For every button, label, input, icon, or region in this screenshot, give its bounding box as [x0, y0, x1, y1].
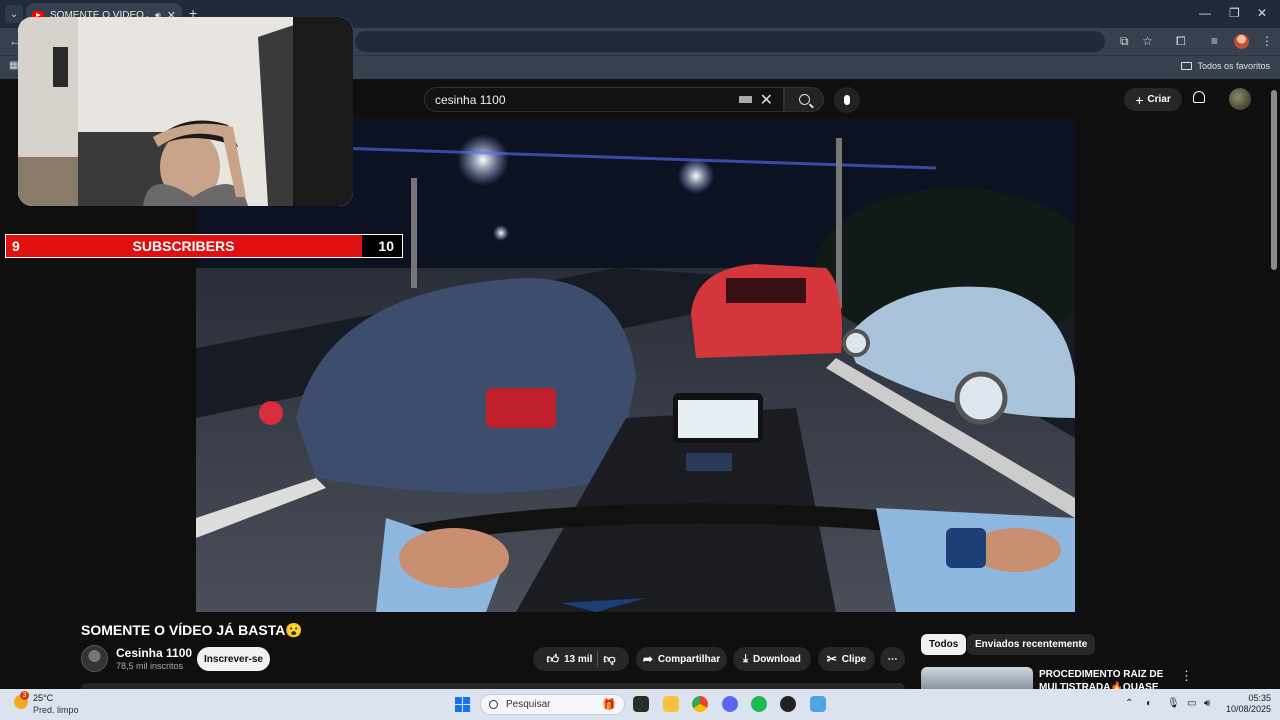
- bookmarks-folder-label: Todos os favoritos: [1197, 61, 1270, 71]
- temperature: 25°C: [33, 693, 54, 703]
- folder-icon: [1181, 62, 1193, 70]
- file-explorer-icon[interactable]: [663, 696, 679, 712]
- all-bookmarks-folder[interactable]: Todos os favoritos: [1181, 61, 1270, 71]
- volume-icon[interactable]: 🔊︎: [1204, 698, 1210, 709]
- download-icon: ⤓: [743, 652, 749, 665]
- clock-date: 10/08/2025: [1225, 704, 1271, 714]
- star-icon[interactable]: ☆: [1142, 34, 1153, 48]
- media-controls-icon[interactable]: ≡: [1211, 34, 1218, 48]
- page-scrollbar[interactable]: [1271, 90, 1277, 270]
- clip-label: Clipe: [841, 653, 867, 665]
- taskbar-search-placeholder: Pesquisar: [506, 699, 551, 710]
- subscriber-goal-bar: 9 SUBSCRIBERS 10: [5, 234, 403, 258]
- create-label: Criar: [1147, 94, 1171, 105]
- share-button[interactable]: ➦ Compartilhar: [636, 647, 727, 671]
- recommended-title[interactable]: PROCEDIMENTO RAIZ DE MULTISTRADA🔥QUASE D…: [1039, 668, 1174, 690]
- search-icon: [798, 94, 810, 105]
- minimize-icon[interactable]: —: [1199, 6, 1211, 20]
- network-icon[interactable]: ▭: [1187, 698, 1196, 709]
- chip-all[interactable]: Todos: [921, 634, 967, 655]
- start-button[interactable]: [455, 697, 470, 712]
- account-avatar[interactable]: [1229, 88, 1251, 110]
- system-clock[interactable]: 05:35 10/08/2025: [1221, 693, 1271, 715]
- channel-name[interactable]: Cesinha 1100: [116, 646, 192, 660]
- webcam-feed: [18, 17, 353, 206]
- like-divider: [597, 651, 599, 667]
- clear-search-icon[interactable]: ✕: [760, 90, 773, 110]
- webcam-overlay: [18, 17, 353, 206]
- close-window-icon[interactable]: ✕: [1257, 6, 1267, 20]
- video-title: SOMENTE O VÍDEO JÁ BASTA😮: [81, 622, 303, 638]
- address-bar[interactable]: [355, 31, 1105, 52]
- like-count: 13 mil: [564, 653, 593, 665]
- menu-icon[interactable]: ⋮: [1261, 34, 1273, 48]
- search-query: cesinha 1100: [435, 92, 506, 107]
- download-label: Download: [753, 653, 801, 665]
- create-button[interactable]: + Criar: [1124, 88, 1182, 111]
- tray-overflow-icon[interactable]: ⌃: [1125, 698, 1133, 709]
- share-icon: ➦: [642, 652, 653, 666]
- tray-app-icon[interactable]: ◐: [1146, 698, 1152, 709]
- like-button[interactable]: 👍︎ 13 mil: [546, 652, 592, 667]
- tab-search-button[interactable]: ⌄: [5, 5, 23, 23]
- subscriber-goal: 10: [378, 238, 394, 254]
- clock-time: 05:35: [1248, 693, 1271, 703]
- search-input[interactable]: cesinha 1100 ✕: [424, 87, 784, 112]
- search-button[interactable]: [784, 87, 824, 112]
- recommended-menu-icon[interactable]: ⋮: [1180, 668, 1193, 684]
- task-view-icon[interactable]: [633, 696, 649, 712]
- extensions-icon[interactable]: ⧠: [1176, 34, 1186, 49]
- discord-icon[interactable]: [722, 696, 738, 712]
- restore-icon[interactable]: ❐: [1229, 6, 1240, 20]
- subscriber-label: SUBSCRIBERS: [132, 238, 235, 254]
- more-icon: ⋯: [887, 653, 898, 665]
- recommended-thumbnail[interactable]: [921, 667, 1033, 689]
- channel-avatar[interactable]: [81, 645, 108, 672]
- chrome-icon[interactable]: [692, 696, 708, 712]
- mic-tray-icon[interactable]: 🎙︎: [1167, 698, 1180, 709]
- like-dislike-group: 👍︎ 13 mil 👎︎: [533, 647, 629, 671]
- weather-condition: Pred. limpo: [33, 705, 79, 715]
- microphone-icon: [844, 95, 850, 105]
- download-button[interactable]: ⤓ Download: [733, 647, 811, 671]
- subscribe-button[interactable]: Inscrever-se: [197, 647, 270, 671]
- clip-button[interactable]: ✂ Clipe: [818, 647, 875, 671]
- taskbar-search[interactable]: Pesquisar 🎁: [480, 694, 625, 715]
- spotify-icon[interactable]: [751, 696, 767, 712]
- scissors-icon: ✂: [826, 652, 837, 666]
- plus-icon: +: [1135, 91, 1144, 108]
- weather-badge: 3: [20, 691, 29, 700]
- thumbs-up-icon: 👍︎: [546, 651, 559, 666]
- profile-avatar[interactable]: [1234, 34, 1249, 49]
- obs-icon[interactable]: [780, 696, 796, 712]
- chip-recent[interactable]: Enviados recentemente: [967, 634, 1096, 655]
- windows-taskbar: 3 25°C Pred. limpo Pesquisar 🎁 ⌃ ◐ 🎙︎ ▭ …: [0, 689, 1280, 720]
- notifications-bell-icon[interactable]: [1193, 91, 1205, 103]
- app-icon[interactable]: [810, 696, 826, 712]
- voice-search-button[interactable]: [834, 87, 860, 113]
- taskbar-search-icon: [489, 700, 498, 709]
- share-label: Compartilhar: [657, 653, 721, 665]
- more-actions-button[interactable]: ⋯: [880, 647, 905, 671]
- keyboard-icon[interactable]: [738, 96, 752, 103]
- channel-subscriber-count: 78,5 mil inscritos: [116, 661, 184, 671]
- cast-icon[interactable]: ⧉: [1120, 34, 1129, 49]
- search-highlight-icon: 🎁: [602, 699, 616, 711]
- thumbs-down-icon[interactable]: 👎︎: [603, 652, 615, 667]
